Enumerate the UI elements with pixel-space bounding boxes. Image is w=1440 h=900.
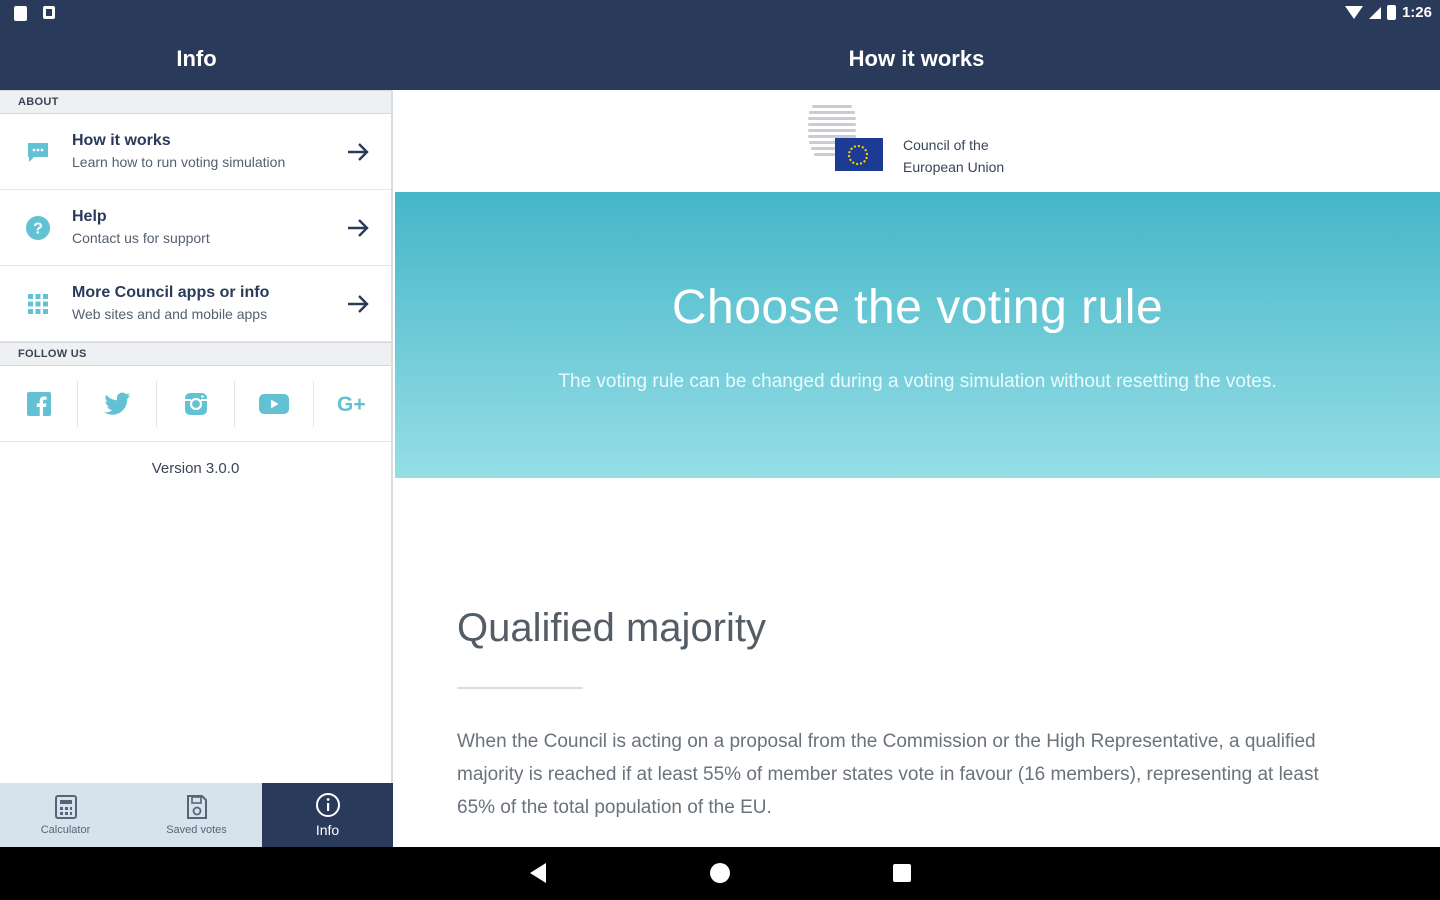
instagram-icon (184, 392, 207, 415)
wifi-icon (1344, 6, 1363, 19)
top-bar: 1:26 Info How it works (0, 0, 1440, 90)
sidebar: ABOUT How it works Learn how to run voti… (0, 90, 393, 847)
section-divider (457, 687, 583, 689)
qualified-majority-section: Qualified majority When the Council is a… (395, 478, 1440, 824)
facebook-icon (26, 391, 51, 416)
logo-text-line2: European Union (903, 159, 1005, 175)
hero-title: Choose the voting rule (671, 281, 1164, 334)
facebook-link[interactable] (0, 380, 79, 427)
arrow-right-icon (348, 143, 369, 161)
tab-saved-votes[interactable]: Saved votes (131, 783, 262, 847)
battery-icon (1386, 5, 1396, 20)
tab-label: Info (315, 822, 340, 838)
tab-label: Calculator (40, 824, 91, 836)
help-icon: ? (26, 216, 50, 240)
google-plus-link[interactable]: G+ (314, 381, 391, 427)
menu-item-how-it-works[interactable]: How it works Learn how to run voting sim… (0, 114, 391, 190)
arrow-right-icon (348, 219, 369, 237)
arrow-right-icon (348, 295, 369, 313)
menu-item-subtitle: Web sites and and mobile apps (72, 306, 268, 322)
eu-flag-icon (835, 138, 883, 171)
system-nav-bar (0, 847, 1440, 900)
svg-text:G+: G+ (337, 393, 366, 416)
tab-label: Saved votes (166, 824, 227, 836)
menu-item-subtitle: Contact us for support (72, 230, 210, 246)
twitter-icon (104, 392, 131, 415)
recent-apps-icon[interactable] (893, 864, 911, 882)
logo-text-line1: Council of the (903, 137, 989, 153)
menu-item-title: More Council apps or info (72, 284, 270, 301)
hero-banner: Choose the voting rule The voting rule c… (395, 192, 1440, 478)
youtube-icon (258, 393, 289, 414)
svg-text:?: ? (33, 221, 43, 238)
sd-card-icon (14, 6, 27, 21)
section-title: Qualified majority (457, 606, 767, 650)
tab-calculator[interactable]: Calculator (0, 783, 131, 847)
back-icon[interactable] (530, 863, 546, 883)
hero-subtitle: The voting rule can be changed during a … (558, 371, 1277, 392)
instagram-link[interactable] (157, 380, 236, 427)
section-text: When the Council is acting on a proposal… (457, 731, 1319, 818)
menu-item-subtitle: Learn how to run voting simulation (72, 154, 286, 170)
notification-icon (43, 6, 55, 19)
youtube-link[interactable] (235, 380, 314, 427)
clock: 1:26 (1401, 4, 1432, 21)
app-version: Version 3.0.0 (151, 460, 240, 477)
council-logo: Council of the European Union (395, 90, 1440, 192)
about-section-header: ABOUT (0, 90, 391, 114)
menu-item-help[interactable]: ? Help Contact us for support (0, 190, 391, 266)
tab-info[interactable]: Info (262, 783, 393, 847)
home-icon[interactable] (710, 863, 730, 883)
save-icon (186, 795, 207, 819)
menu-item-title: Help (72, 208, 107, 225)
menu-item-more-council-apps[interactable]: More Council apps or info Web sites and … (0, 266, 391, 342)
info-title: Info (176, 46, 217, 71)
social-links: G+ (0, 366, 391, 442)
google-plus-icon: G+ (337, 393, 366, 416)
follow-section-header: FOLLOW US (0, 342, 391, 366)
menu-item-title: How it works (72, 132, 171, 149)
chat-icon (28, 143, 48, 162)
bottom-nav: Calculator Saved votes Info (0, 783, 393, 847)
status-bar: 1:26 (0, 0, 1440, 30)
twitter-link[interactable] (78, 380, 157, 427)
signal-icon (1368, 6, 1381, 19)
calculator-icon (54, 795, 77, 819)
grid-icon (28, 294, 48, 314)
info-icon (315, 793, 340, 817)
page-title: How it works (848, 46, 985, 71)
main-content: Council of the European Union Choose the… (395, 90, 1440, 847)
